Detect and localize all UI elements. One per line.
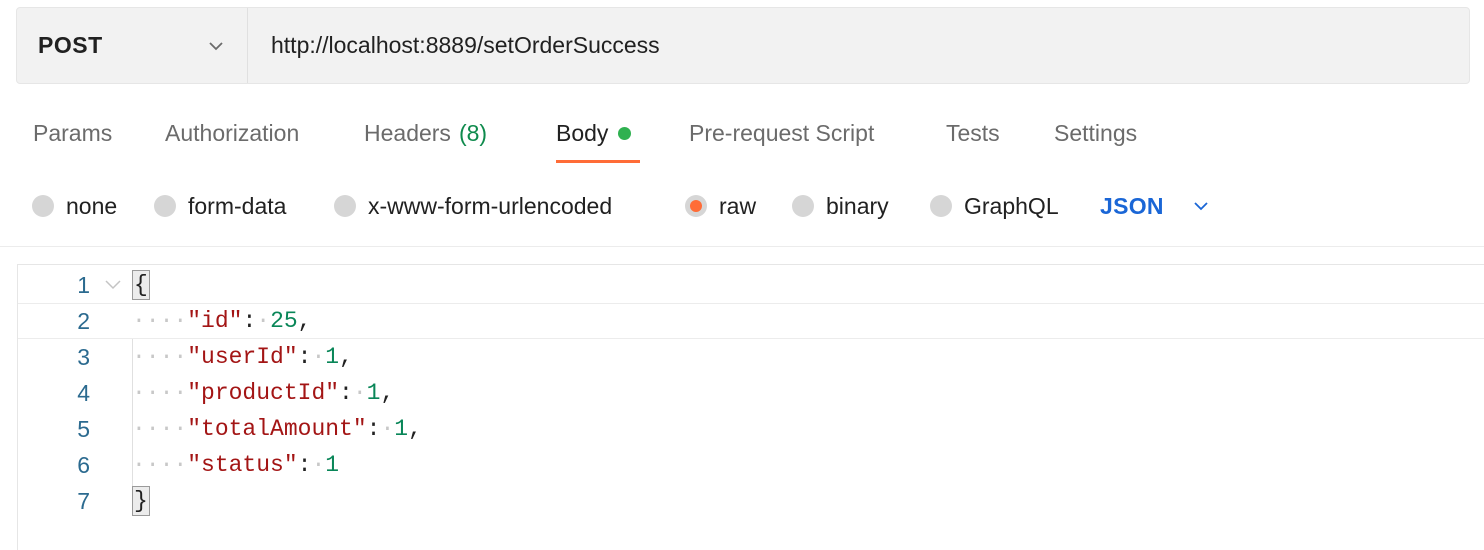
- line-number: 7: [77, 487, 90, 514]
- body-indicator-dot: [618, 126, 632, 140]
- chevron-down-icon: [1194, 202, 1208, 211]
- line-number: 2: [77, 307, 90, 334]
- code-line: 6 ····"status":·1: [18, 447, 1484, 483]
- headers-count: (8): [458, 119, 488, 146]
- json-value: 1: [325, 344, 340, 370]
- radio-binary[interactable]: binary: [792, 180, 889, 232]
- radio-label: form-data: [188, 192, 287, 219]
- radio-x-www-form-urlencoded[interactable]: x-www-form-urlencoded: [334, 180, 612, 232]
- comma: ,: [380, 380, 395, 406]
- tab-label: Body: [556, 119, 609, 146]
- code-text: ····"status":·1: [132, 452, 340, 478]
- request-editor: POST http://localhost:8889/setOrderSucce…: [0, 0, 1484, 550]
- comma: ,: [339, 344, 353, 370]
- json-key: "status": [187, 452, 298, 478]
- fold-chevron-icon[interactable]: [104, 278, 122, 292]
- body-code-editor[interactable]: 1 { 2 ····"id":·25, 3 ····"userId":·1, 4…: [17, 264, 1484, 550]
- radio-circle[interactable]: [792, 195, 814, 217]
- code-text: ····"productId":·1,: [132, 380, 395, 406]
- tab-body[interactable]: Body: [556, 100, 632, 166]
- divider: [0, 246, 1484, 247]
- radio-label: raw: [719, 192, 757, 219]
- tab-label: Headers: [364, 119, 451, 146]
- brace-open: {: [132, 270, 150, 300]
- body-type-options: none form-data x-www-form-urlencoded raw…: [0, 180, 1484, 232]
- code-text: ····"id":·25,: [132, 308, 312, 334]
- chevron-down-icon: [209, 41, 223, 50]
- json-value: 1: [366, 380, 381, 406]
- radio-raw[interactable]: raw: [685, 180, 756, 232]
- active-tab-underline: [556, 160, 640, 163]
- radio-label: GraphQL: [964, 192, 1059, 219]
- json-value: 1: [325, 452, 340, 478]
- json-key: "productId": [187, 380, 340, 406]
- comma: ,: [297, 308, 312, 334]
- radio-label: x-www-form-urlencoded: [368, 192, 613, 219]
- json-value: 1: [394, 416, 409, 442]
- radio-label: none: [66, 192, 118, 219]
- method-select[interactable]: POST: [17, 8, 248, 83]
- json-key: "userId": [187, 344, 298, 370]
- tab-label: Pre-request Script: [689, 119, 875, 146]
- radio-label: binary: [826, 192, 889, 219]
- tab-tests[interactable]: Tests: [946, 100, 1000, 166]
- json-key: "totalAmount": [187, 416, 367, 442]
- radio-circle[interactable]: [334, 195, 356, 217]
- tab-authorization[interactable]: Authorization: [165, 100, 299, 166]
- radio-circle[interactable]: [154, 195, 176, 217]
- request-tabs: Params Authorization Headers (8) Body Pr…: [0, 100, 1484, 168]
- line-number: 5: [77, 415, 90, 442]
- line-number: 1: [77, 271, 90, 298]
- code-text: ····"totalAmount":·1,: [132, 416, 422, 442]
- raw-language-select[interactable]: JSON: [1100, 180, 1210, 232]
- radio-form-data[interactable]: form-data: [154, 180, 286, 232]
- radio-graphql[interactable]: GraphQL: [930, 180, 1059, 232]
- tab-params[interactable]: Params: [33, 100, 112, 166]
- line-number: 4: [77, 379, 90, 406]
- code-text: {: [132, 270, 150, 300]
- url-input[interactable]: http://localhost:8889/setOrderSuccess: [248, 8, 1469, 83]
- request-url-bar: POST http://localhost:8889/setOrderSucce…: [16, 7, 1470, 84]
- code-text: }: [132, 486, 150, 516]
- radio-none[interactable]: none: [32, 180, 117, 232]
- brace-close: }: [132, 486, 150, 516]
- tab-label: Authorization: [165, 119, 300, 146]
- tab-headers[interactable]: Headers (8): [364, 100, 487, 166]
- tab-settings[interactable]: Settings: [1054, 100, 1137, 166]
- radio-circle-selected[interactable]: [685, 195, 707, 217]
- code-text: ····"userId":·1,: [132, 344, 353, 370]
- tab-label: Params: [33, 119, 113, 146]
- radio-circle[interactable]: [930, 195, 952, 217]
- comma: ,: [408, 416, 422, 442]
- code-line: 5 ····"totalAmount":·1,: [18, 411, 1484, 447]
- tab-label: Settings: [1054, 119, 1138, 146]
- line-number: 3: [77, 343, 90, 370]
- tab-label: Tests: [946, 119, 1000, 146]
- raw-language-label: JSON: [1100, 192, 1164, 219]
- json-value: 25: [270, 308, 298, 334]
- json-key: "id": [187, 308, 243, 334]
- code-line: 7 }: [18, 483, 1484, 519]
- code-line: 1 {: [18, 267, 1484, 303]
- code-line: 3 ····"userId":·1,: [18, 339, 1484, 375]
- tab-pre-request-script[interactable]: Pre-request Script: [689, 100, 874, 166]
- line-number: 6: [77, 451, 90, 478]
- code-line-current: 2 ····"id":·25,: [18, 303, 1484, 339]
- radio-circle[interactable]: [32, 195, 54, 217]
- code-line: 4 ····"productId":·1,: [18, 375, 1484, 411]
- method-label: POST: [38, 32, 103, 58]
